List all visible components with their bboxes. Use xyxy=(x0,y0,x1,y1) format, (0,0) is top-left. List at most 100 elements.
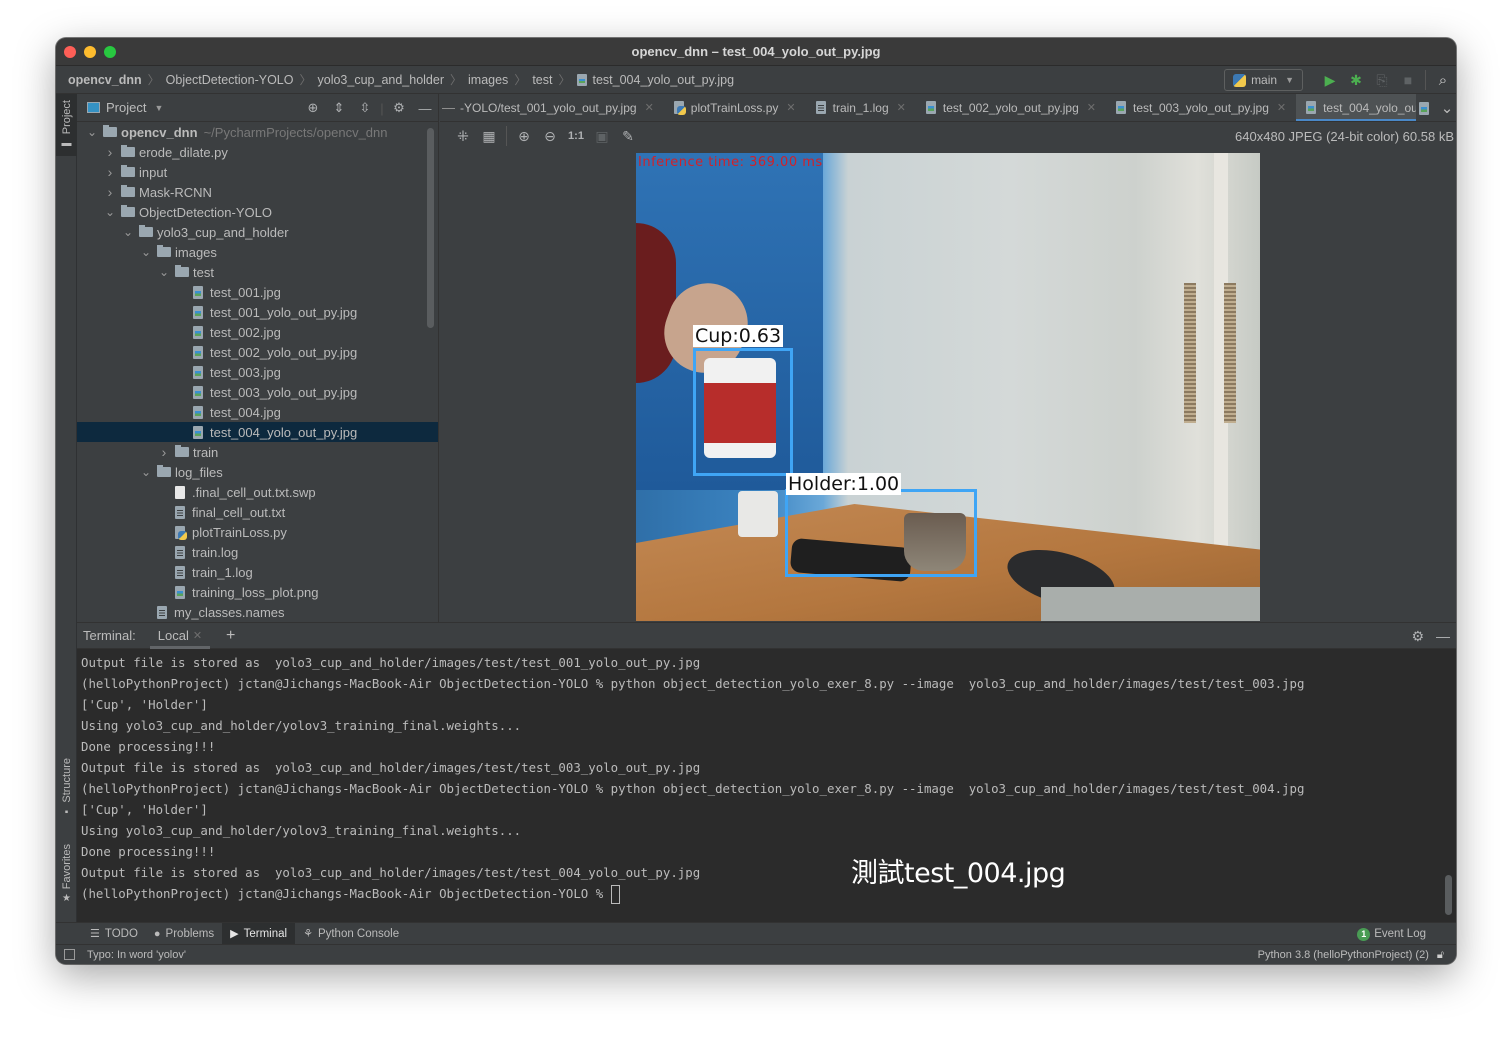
image-file-icon[interactable] xyxy=(1418,101,1429,115)
close-tab-icon[interactable]: ✕ xyxy=(1087,101,1096,114)
breadcrumb-item[interactable]: ObjectDetection-YOLO xyxy=(166,73,294,87)
editor-tab[interactable]: -YOLO/test_001_yolo_out_py.jpg ✕ xyxy=(450,94,664,121)
project-tool-tab[interactable]: Project ▬ xyxy=(56,94,77,156)
run-configuration-dropdown[interactable]: main ▼ xyxy=(1224,69,1303,91)
color-picker-icon[interactable]: ✎ xyxy=(615,128,641,145)
toggle-tool-windows-icon[interactable] xyxy=(64,949,75,960)
breadcrumb-item[interactable]: test xyxy=(532,73,552,87)
chevron-down-icon[interactable]: ⌄ xyxy=(139,465,153,479)
attach-profiler-icon[interactable]: ⎘ xyxy=(1369,72,1395,89)
collapse-all-icon[interactable]: ⇳ xyxy=(352,100,378,116)
chevron-right-icon[interactable]: › xyxy=(157,444,171,460)
run-button[interactable]: ▶ xyxy=(1317,72,1343,89)
breadcrumb-item-current[interactable]: test_004_yolo_out_py.jpg xyxy=(576,73,734,87)
close-tab-icon[interactable]: ✕ xyxy=(897,101,906,114)
tool-tab[interactable]: ⚘ Python Console xyxy=(295,923,407,945)
tree-file[interactable]: test_001.jpg xyxy=(77,282,438,302)
tree-folder[interactable]: ⌄ images xyxy=(77,242,438,262)
tree-folder[interactable]: ⌄ opencv_dnn ~/PycharmProjects/opencv_dnn xyxy=(77,122,438,142)
editor-tab[interactable]: test_003_yolo_out_py.jpg ✕ xyxy=(1106,94,1296,121)
unlock-icon[interactable]: 🔓︎ xyxy=(1437,949,1444,962)
tree-file[interactable]: test_004.jpg xyxy=(77,402,438,422)
editor-tab[interactable]: plotTrainLoss.py ✕ xyxy=(664,94,806,121)
new-terminal-plus-icon[interactable]: + xyxy=(226,627,235,645)
gear-icon[interactable]: ⚙ xyxy=(1411,628,1424,645)
chevron-down-icon[interactable]: ⌄ xyxy=(139,245,153,259)
title-bar: opencv_dnn – test_004_yolo_out_py.jpg xyxy=(56,38,1456,66)
tree-file[interactable]: test_002_yolo_out_py.jpg xyxy=(77,342,438,362)
chevron-down-icon[interactable]: ⌄ xyxy=(157,265,171,279)
breadcrumb-item[interactable]: yolo3_cup_and_holder xyxy=(318,73,445,87)
close-icon[interactable]: ✕ xyxy=(193,629,202,642)
search-icon[interactable]: ⌕ xyxy=(1430,72,1456,89)
tool-tab-label: TODO xyxy=(104,927,138,940)
tree-file[interactable]: test_002.jpg xyxy=(77,322,438,342)
zoom-out-icon[interactable]: ⊖ xyxy=(537,128,563,145)
tree-folder[interactable]: ⌄ ObjectDetection-YOLO xyxy=(77,202,438,222)
chevron-down-icon[interactable]: ▼ xyxy=(154,103,163,113)
breadcrumb-item[interactable]: images xyxy=(468,73,508,87)
tree-file[interactable]: test_001_yolo_out_py.jpg xyxy=(77,302,438,322)
tree-file[interactable]: test_003.jpg xyxy=(77,362,438,382)
zoom-in-icon[interactable]: ⊕ xyxy=(511,128,537,145)
terminal-tab-local[interactable]: Local ✕ xyxy=(149,623,211,649)
terminal-scrollbar[interactable] xyxy=(1445,875,1452,915)
python-interpreter[interactable]: Python 3.8 (helloPythonProject) (2) xyxy=(1258,949,1429,961)
chevron-down-icon[interactable]: ⌄ xyxy=(1441,99,1454,117)
status-message[interactable]: Typo: In word 'yolov' xyxy=(87,949,186,961)
terminal-cursor[interactable] xyxy=(610,885,620,904)
debug-bug-icon[interactable]: ✱ xyxy=(1343,72,1369,89)
project-view-selector[interactable]: Project xyxy=(106,100,146,115)
fit-zoom-icon[interactable]: ▣ xyxy=(589,128,615,145)
chevron-right-icon[interactable]: › xyxy=(103,164,117,180)
editor-tab[interactable]: test_002_yolo_out_py.jpg ✕ xyxy=(916,94,1106,121)
close-tab-icon[interactable]: ✕ xyxy=(1277,101,1286,114)
tree-file[interactable]: plotTrainLoss.py xyxy=(77,522,438,542)
favorites-tool-tab[interactable]: Favorites ★ xyxy=(56,844,77,916)
tree-file[interactable]: test_004_yolo_out_py.jpg xyxy=(77,422,438,442)
chevron-right-icon[interactable]: › xyxy=(103,144,117,160)
chevron-down-icon[interactable]: ⌄ xyxy=(85,125,99,139)
terminal-output[interactable]: Output file is stored as yolo3_cup_and_h… xyxy=(77,649,1456,907)
tree-file[interactable]: .final_cell_out.txt.swp xyxy=(77,482,438,502)
tree-folder[interactable]: › Mask-RCNN xyxy=(77,182,438,202)
tree-folder[interactable]: › train xyxy=(77,442,438,462)
breadcrumb-item[interactable]: opencv_dnn xyxy=(68,73,142,87)
gear-icon[interactable]: ⚙ xyxy=(386,100,412,116)
project-scrollbar[interactable] xyxy=(427,128,434,328)
tabs-overflow-left-icon[interactable]: — xyxy=(440,100,455,115)
editor-tab[interactable]: train_1.log ✕ xyxy=(806,94,916,121)
tree-folder[interactable]: › input xyxy=(77,162,438,182)
hide-panel-icon[interactable]: — xyxy=(1436,628,1450,644)
tree-file[interactable]: my_classes.names xyxy=(77,602,438,622)
tree-file[interactable]: train.log xyxy=(77,542,438,562)
chevron-down-icon[interactable]: ⌄ xyxy=(103,205,117,219)
tree-folder[interactable]: ⌄ log_files xyxy=(77,462,438,482)
tree-folder[interactable]: ⌄ test xyxy=(77,262,438,282)
folder-icon xyxy=(157,245,171,257)
tool-tab[interactable]: ● Problems xyxy=(146,923,222,945)
expand-all-icon[interactable]: ⇕ xyxy=(326,100,352,116)
tool-tab[interactable]: ☰ TODO xyxy=(82,923,146,945)
close-tab-icon[interactable]: ✕ xyxy=(786,101,795,114)
tool-tab[interactable]: ▶ Terminal xyxy=(222,922,296,945)
chessboard-background-icon[interactable]: ⁜ xyxy=(450,128,476,145)
event-log-button[interactable]: 1 Event Log xyxy=(1357,923,1426,945)
locate-file-icon[interactable]: ⊕ xyxy=(300,100,326,116)
stop-icon[interactable]: ■ xyxy=(1395,72,1421,88)
chevron-down-icon[interactable]: ⌄ xyxy=(121,225,135,239)
hide-panel-icon[interactable]: — xyxy=(412,101,438,116)
tree-file[interactable]: final_cell_out.txt xyxy=(77,502,438,522)
close-tab-icon[interactable]: ✕ xyxy=(645,101,654,114)
tree-folder[interactable]: ⌄ yolo3_cup_and_holder xyxy=(77,222,438,242)
tree-file[interactable]: train_1.log xyxy=(77,562,438,582)
tree-item-label: log_files xyxy=(175,464,223,480)
tree-file[interactable]: training_loss_plot.png xyxy=(77,582,438,602)
tree-file[interactable]: test_003_yolo_out_py.jpg xyxy=(77,382,438,402)
actual-size-button[interactable]: 1:1 xyxy=(563,130,589,142)
structure-tool-tab[interactable]: Structure ▪ xyxy=(56,758,77,834)
image-file-icon xyxy=(1115,101,1126,114)
chevron-right-icon[interactable]: › xyxy=(103,184,117,200)
tree-folder[interactable]: › erode_dilate.py xyxy=(77,142,438,162)
grid-icon[interactable]: ▦ xyxy=(476,128,502,145)
